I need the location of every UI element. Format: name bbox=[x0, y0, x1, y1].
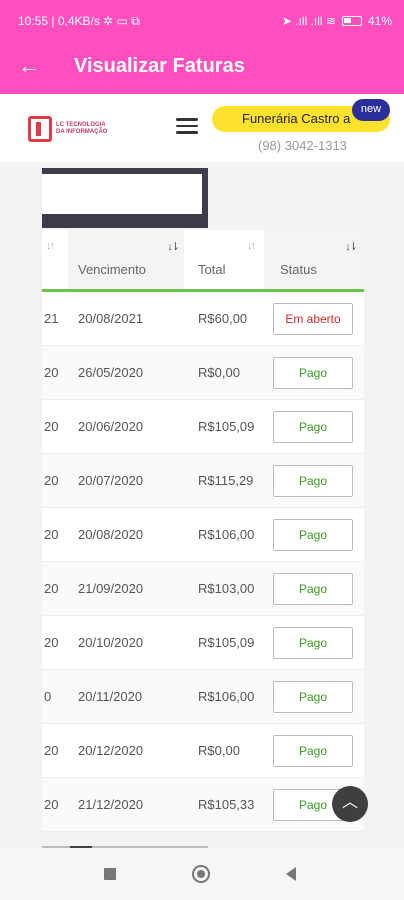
cell-partial: 20 bbox=[44, 527, 59, 542]
cell-partial: 20 bbox=[44, 365, 59, 380]
table-body: 21 20/08/2021 R$60,00 Em aberto 20 26/05/2020… bbox=[42, 292, 364, 832]
cell-total: R$105,33 bbox=[198, 797, 255, 812]
cell-partial: 20 bbox=[44, 419, 59, 434]
status-badge[interactable]: Pago bbox=[273, 627, 353, 659]
cell-total: R$105,09 bbox=[198, 635, 255, 650]
sort-desc-icon: ↓⇂ bbox=[345, 241, 358, 253]
cell-partial: 20 bbox=[44, 635, 59, 650]
cell-vencimento: 20/10/2020 bbox=[78, 635, 144, 650]
logo-text-line1: LC TECNOLOGIA bbox=[56, 122, 106, 128]
cell-total: R$0,00 bbox=[198, 365, 240, 380]
cell-total: R$106,00 bbox=[198, 689, 255, 704]
table-row: 20 26/05/2020 R$0,00 Pago bbox=[42, 346, 364, 400]
cell-vencimento: 20/08/2021 bbox=[78, 311, 144, 326]
battery-icon bbox=[341, 16, 362, 26]
cell-total: R$0,00 bbox=[198, 743, 240, 758]
table-row: 20 21/09/2020 R$103,00 Pago bbox=[42, 562, 364, 616]
cell-total: R$106,00 bbox=[198, 527, 255, 542]
invoice-table: ↓↑ ↓⇂ Vencimento ↓↑ Total ↓⇂ Status 21 20… bbox=[42, 230, 364, 832]
cell-vencimento: 20/08/2020 bbox=[78, 527, 144, 542]
cell-partial: 20 bbox=[44, 797, 59, 812]
table-header: ↓↑ ↓⇂ Vencimento ↓↑ Total ↓⇂ Status bbox=[42, 230, 364, 292]
status-bar-right: ➤ .ıll .ıll ≋ 41% bbox=[282, 14, 392, 28]
back-triangle-icon[interactable] bbox=[286, 867, 296, 881]
table-row: 20 20/12/2020 R$0,00 Pago bbox=[42, 724, 364, 778]
arrow-left-icon[interactable]: ← bbox=[18, 52, 40, 80]
cell-total: R$60,00 bbox=[198, 311, 248, 326]
table-row: 20 20/10/2020 R$105,09 Pago bbox=[42, 616, 364, 670]
sort-icon: ↓↑ bbox=[46, 240, 55, 252]
cell-vencimento: 20/06/2020 bbox=[78, 419, 144, 434]
status-bar: 10:55 | 0,4KB/s ✲ ▭ ⧉ ➤ .ıll .ıll ≋ 41% bbox=[0, 0, 404, 40]
column-header-vencimento[interactable]: ↓⇂ Vencimento bbox=[68, 230, 184, 289]
cell-vencimento: 20/12/2020 bbox=[78, 743, 144, 758]
app-bar: ← Visualizar Faturas bbox=[0, 40, 404, 94]
column-header-partial[interactable]: ↓↑ bbox=[42, 230, 68, 289]
invoice-content: ↓↑ ↓⇂ Vencimento ↓↑ Total ↓⇂ Status 21 20… bbox=[0, 162, 404, 848]
status-badge[interactable]: Pago bbox=[273, 411, 353, 443]
sort-desc-icon: ↓⇂ bbox=[167, 241, 180, 253]
status-badge[interactable]: Pago bbox=[273, 735, 353, 767]
cell-vencimento: 20/07/2020 bbox=[78, 473, 144, 488]
table-row: 0 20/11/2020 R$106,00 Pago bbox=[42, 670, 364, 724]
battery-percent: 41% bbox=[367, 14, 392, 28]
cell-partial: 20 bbox=[44, 743, 59, 758]
cell-partial: 21 bbox=[44, 311, 59, 326]
logo-text-line2: DA INFORMAÇÃO bbox=[56, 129, 108, 135]
page-title: Visualizar Faturas bbox=[74, 55, 245, 77]
company-phone: (98) 3042-1313 bbox=[258, 138, 347, 153]
status-badge[interactable]: Pago bbox=[273, 465, 353, 497]
status-badge[interactable]: Pago bbox=[273, 357, 353, 389]
hamburger-menu-icon[interactable] bbox=[176, 118, 198, 134]
table-row: 20 20/06/2020 R$105,09 Pago bbox=[42, 400, 364, 454]
status-badge[interactable]: Pago bbox=[273, 573, 353, 605]
chevron-up-icon[interactable]: ︿ bbox=[332, 786, 368, 822]
status-badge[interactable]: Pago bbox=[273, 681, 353, 713]
cell-vencimento: 26/05/2020 bbox=[78, 365, 144, 380]
cell-partial: 0 bbox=[44, 689, 52, 704]
cell-total: R$115,29 bbox=[198, 473, 254, 488]
system-nav-bar bbox=[0, 848, 404, 900]
logo-mark-icon bbox=[28, 116, 52, 142]
column-header-total[interactable]: ↓↑ Total bbox=[186, 230, 262, 289]
table-row: 21 20/08/2021 R$60,00 Em aberto bbox=[42, 292, 364, 346]
status-bar-left: 10:55 | 0,4KB/s ✲ ▭ ⧉ bbox=[18, 14, 140, 28]
cell-vencimento: 21/12/2020 bbox=[78, 797, 144, 812]
table-row: 20 20/07/2020 R$115,29 Pago bbox=[42, 454, 364, 508]
signal-icons: ➤ .ıll .ıll ≋ bbox=[281, 14, 336, 28]
new-badge: new bbox=[352, 99, 390, 121]
column-header-status[interactable]: ↓⇂ Status bbox=[264, 230, 364, 289]
cell-total: R$103,00 bbox=[198, 581, 255, 596]
home-icon[interactable] bbox=[192, 865, 210, 883]
status-badge[interactable]: Pago bbox=[273, 519, 353, 551]
table-scroll-panel bbox=[42, 168, 208, 228]
sort-icon: ↓↑ bbox=[247, 240, 256, 252]
status-badge[interactable]: Em aberto bbox=[273, 303, 353, 335]
table-row: 20 21/12/2020 R$105,33 Pago bbox=[42, 778, 364, 832]
cell-total: R$105,09 bbox=[198, 419, 255, 434]
cell-partial: 20 bbox=[44, 581, 59, 596]
cell-partial: 20 bbox=[44, 473, 59, 488]
recent-apps-icon[interactable] bbox=[104, 868, 116, 880]
app-header: LC TECNOLOGIA DA INFORMAÇÃO Funerária Ca… bbox=[0, 94, 404, 162]
cell-vencimento: 21/09/2020 bbox=[78, 581, 144, 596]
company-logo: LC TECNOLOGIA DA INFORMAÇÃO bbox=[28, 116, 107, 142]
cell-vencimento: 20/11/2020 bbox=[78, 689, 143, 704]
table-row: 20 20/08/2020 R$106,00 Pago bbox=[42, 508, 364, 562]
